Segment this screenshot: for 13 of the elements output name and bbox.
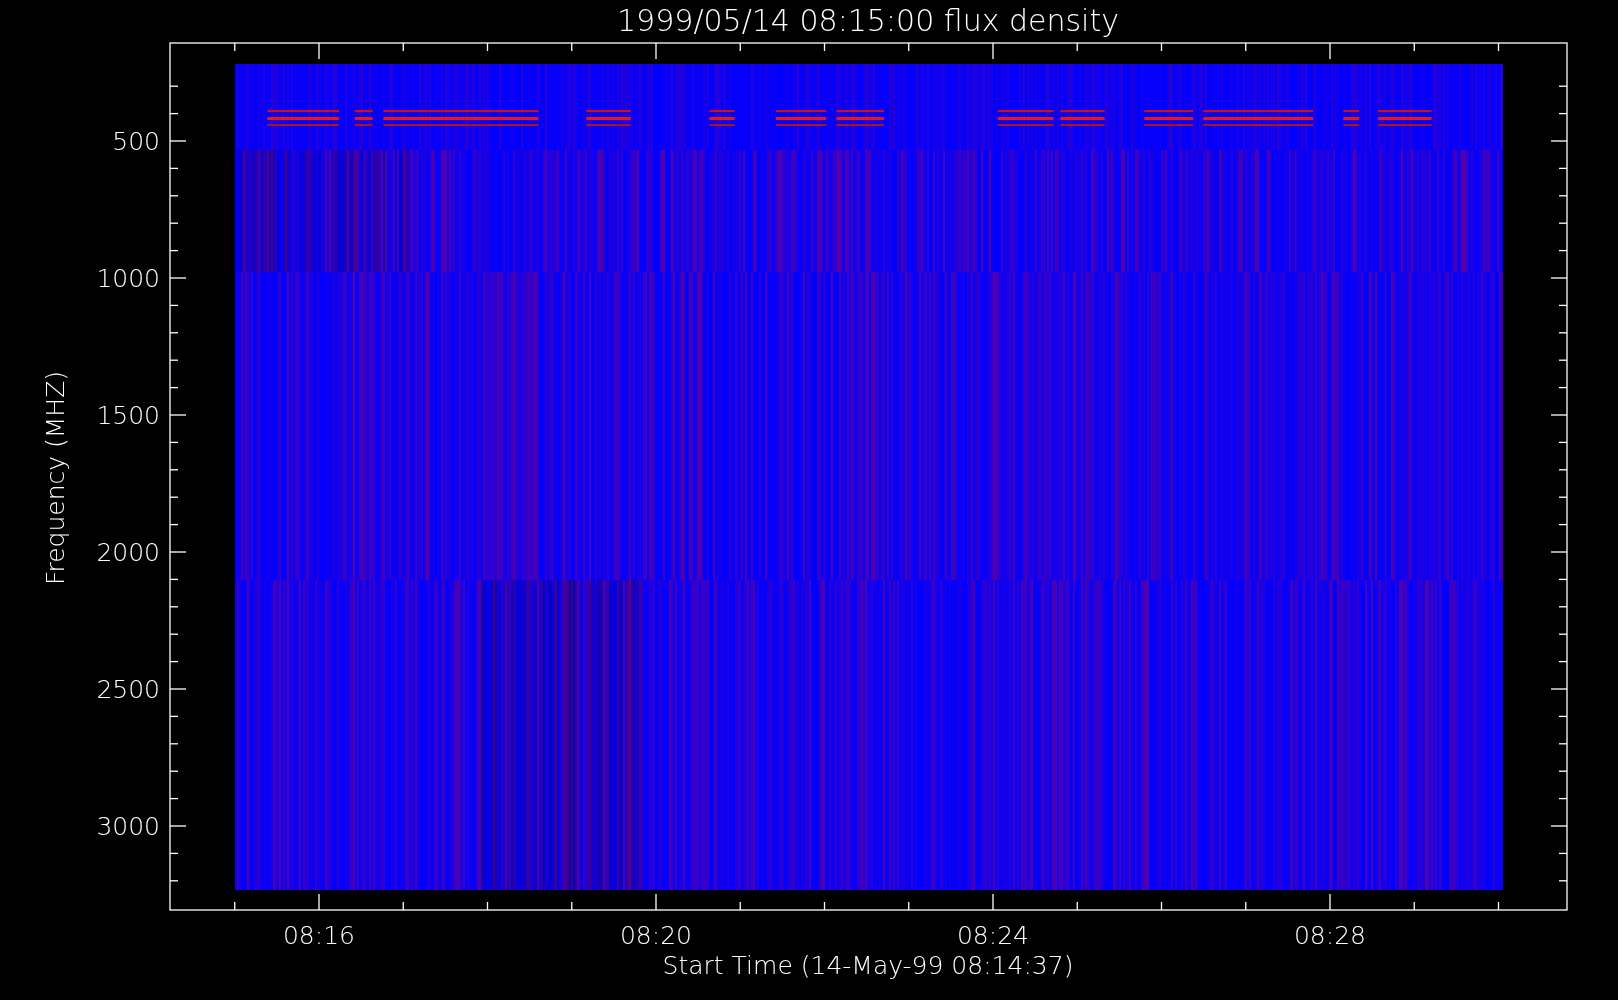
y-tick-label: 1500 xyxy=(96,401,160,430)
x-tick-label: 08:20 xyxy=(620,921,692,950)
y-axis-label: Frequency (MHZ) xyxy=(41,370,70,586)
plot-title: 1999/05/14 08:15:00 flux density xyxy=(617,3,1119,38)
y-tick-label: 500 xyxy=(112,127,160,156)
x-tick-label: 08:28 xyxy=(1294,921,1366,950)
y-tick-label: 2500 xyxy=(96,675,160,704)
y-tick-label: 2000 xyxy=(96,538,160,567)
x-tick-label: 08:24 xyxy=(957,921,1029,950)
x-axis-label: Start Time (14-May-99 08:14:37) xyxy=(662,951,1074,980)
y-tick-label: 3000 xyxy=(96,812,160,841)
y-tick-label: 1000 xyxy=(96,264,160,293)
x-tick-label: 08:16 xyxy=(283,921,355,950)
